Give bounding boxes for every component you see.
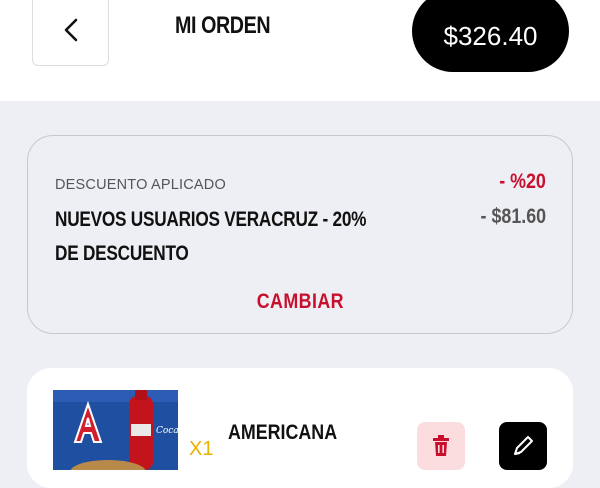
chevron-left-icon xyxy=(64,18,77,42)
page-title: MI ORDEN xyxy=(175,12,271,39)
product-picture: Coca-Cola xyxy=(53,390,178,470)
edit-item-button[interactable] xyxy=(499,422,547,470)
pencil-icon xyxy=(514,436,533,455)
delete-item-button[interactable] xyxy=(417,422,465,470)
change-discount-button[interactable]: CAMBIAR xyxy=(28,290,572,314)
header: MI ORDEN $326.40 xyxy=(0,0,600,101)
discount-label: DESCUENTO APLICADO xyxy=(55,177,226,193)
discount-name: NUEVOS USUARIOS VERACRUZ - 20% DE DESCUE… xyxy=(55,208,367,265)
trash-icon xyxy=(433,435,449,456)
product-image-text: Coca-Cola xyxy=(156,426,178,436)
back-button[interactable] xyxy=(32,0,109,66)
item-name: AMERICANA xyxy=(228,421,338,444)
order-item-card: Coca-Cola X1 AMERICANA xyxy=(27,368,573,488)
item-quantity: X1 xyxy=(189,438,214,460)
discount-card: DESCUENTO APLICADO - %20 NUEVOS USUARIOS… xyxy=(27,135,573,334)
discount-amount: - $81.60 xyxy=(480,205,546,228)
product-image: Coca-Cola xyxy=(53,390,178,470)
order-total-button[interactable]: $326.40 xyxy=(412,0,569,72)
change-discount-label: CAMBIAR xyxy=(256,290,344,313)
discount-percent: - %20 xyxy=(499,170,546,193)
